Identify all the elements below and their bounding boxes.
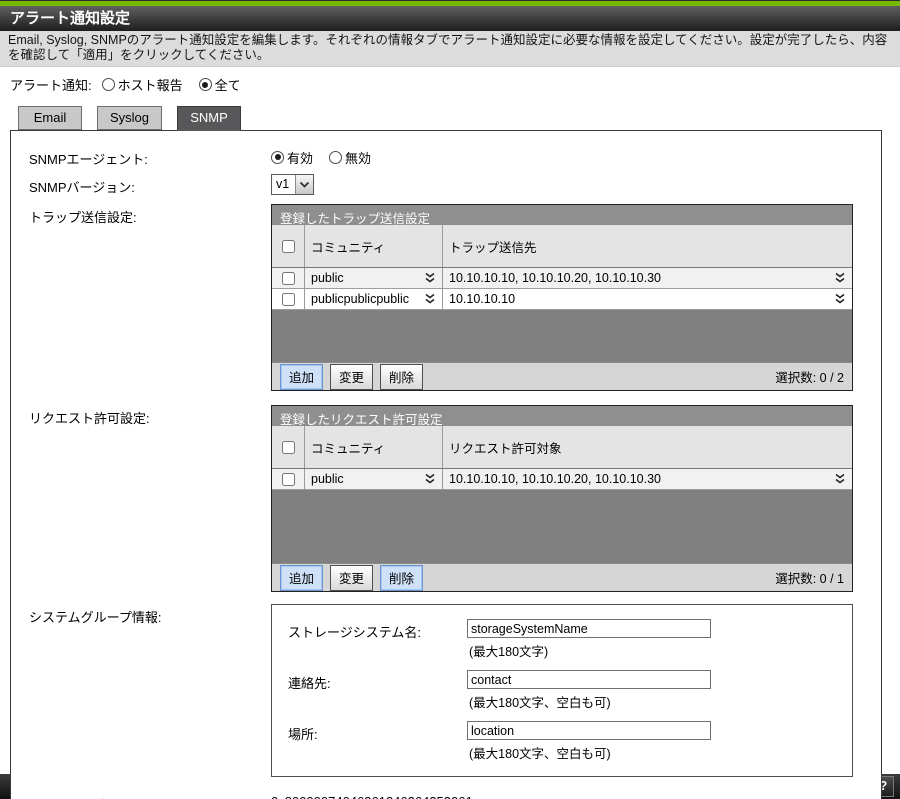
radio-icon[interactable] <box>271 151 284 164</box>
trap-table-header: コミュニティ トラップ送信先 <box>272 225 852 268</box>
radio-host-report[interactable]: ホスト報告 <box>102 75 183 94</box>
radio-enabled-label: 有効 <box>287 148 313 167</box>
radio-all-label: 全て <box>215 75 241 94</box>
radio-icon[interactable] <box>102 78 115 91</box>
trap-destination-value: 10.10.10.10, 10.10.10.20, 10.10.10.30 <box>449 271 661 285</box>
double-chevron-down-icon[interactable] <box>424 272 436 284</box>
double-chevron-down-icon[interactable] <box>834 293 846 305</box>
edit-button[interactable]: 変更 <box>330 364 373 390</box>
page-title: アラート通知設定 <box>10 10 130 27</box>
trap-table: 登録したトラップ送信設定 コミュニティ トラップ送信先 public 10.10… <box>271 204 853 391</box>
storage-system-name-label: ストレージシステム名: <box>288 619 467 660</box>
snmp-agent-label: SNMPエージェント: <box>29 146 271 168</box>
location-label: 場所: <box>288 721 467 762</box>
column-header-community: コミュニティ <box>304 225 442 267</box>
chevron-down-icon[interactable] <box>295 175 313 194</box>
selection-count: 選択数: 0 / 2 <box>775 367 844 386</box>
delete-button[interactable]: 削除 <box>380 364 423 390</box>
description-text: Email, Syslog, SNMPのアラート通知設定を編集します。それぞれの… <box>8 33 887 62</box>
double-chevron-down-icon[interactable] <box>424 473 436 485</box>
snmp-agent-radio-group: 有効 無効 <box>271 146 383 168</box>
contact-field[interactable] <box>467 670 711 689</box>
column-header-trap-destination: トラップ送信先 <box>442 225 852 267</box>
radio-disabled[interactable]: 無効 <box>329 148 371 167</box>
alert-notification-label: アラート通知: <box>10 75 92 94</box>
contact-row: 連絡先: (最大180文字、空白も可) <box>288 670 852 711</box>
location-field[interactable] <box>467 721 711 740</box>
contact-hint: (最大180文字、空白も可) <box>469 692 711 711</box>
double-chevron-down-icon[interactable] <box>424 293 436 305</box>
table-empty-area <box>272 490 852 563</box>
delete-button[interactable]: 削除 <box>380 565 423 591</box>
tab-syslog[interactable]: Syslog <box>97 106 162 130</box>
column-header-community: コミュニティ <box>304 426 442 468</box>
snmp-version-select[interactable]: v1 <box>271 174 314 195</box>
radio-all[interactable]: 全て <box>199 75 241 94</box>
snmp-engine-id-row: SNMPエンジンID: 0x80000074046361346264353061 <box>29 791 881 799</box>
snmp-version-row: SNMPバージョン: v1 <box>29 174 881 196</box>
table-row[interactable]: public 10.10.10.10, 10.10.10.20, 10.10.1… <box>272 268 852 289</box>
table-empty-area <box>272 310 852 362</box>
radio-icon[interactable] <box>199 78 212 91</box>
system-group-row: システムグループ情報: ストレージシステム名: (最大180文字) 連絡先: (… <box>29 604 881 777</box>
row-checkbox[interactable] <box>282 473 295 486</box>
request-table-title: 登録したリクエスト許可設定 <box>272 406 852 426</box>
trap-table-footer: 追加 変更 削除 選択数: 0 / 2 <box>272 362 852 390</box>
radio-enabled[interactable]: 有効 <box>271 148 313 167</box>
select-all-checkbox[interactable] <box>282 441 295 454</box>
table-row[interactable]: publicpublicpublic 10.10.10.10 <box>272 289 852 310</box>
alert-notification-row: アラート通知: ホスト報告 全て <box>10 75 900 94</box>
table-row[interactable]: public 10.10.10.10, 10.10.10.20, 10.10.1… <box>272 469 852 490</box>
double-chevron-down-icon[interactable] <box>834 272 846 284</box>
selection-count: 選択数: 0 / 1 <box>775 568 844 587</box>
tab-snmp[interactable]: SNMP <box>177 106 241 131</box>
request-table: 登録したリクエスト許可設定 コミュニティ リクエスト許可対象 public 10… <box>271 405 853 592</box>
description-banner: Email, Syslog, SNMPのアラート通知設定を編集します。それぞれの… <box>0 31 900 67</box>
radio-icon[interactable] <box>329 151 342 164</box>
tab-bar: Email Syslog SNMP <box>18 106 900 130</box>
add-button[interactable]: 追加 <box>280 565 323 591</box>
location-hint: (最大180文字、空白も可) <box>469 743 711 762</box>
snmp-version-value: v1 <box>272 175 295 194</box>
system-group-label: システムグループ情報: <box>29 604 271 777</box>
storage-system-name-row: ストレージシステム名: (最大180文字) <box>288 619 852 660</box>
row-checkbox[interactable] <box>282 293 295 306</box>
column-header-request-target: リクエスト許可対象 <box>442 426 852 468</box>
request-target-value: 10.10.10.10, 10.10.10.20, 10.10.10.30 <box>449 472 661 486</box>
select-all-checkbox[interactable] <box>282 240 295 253</box>
tab-email[interactable]: Email <box>18 106 82 130</box>
snmp-version-label: SNMPバージョン: <box>29 174 271 196</box>
row-checkbox[interactable] <box>282 272 295 285</box>
alert-notification-radio-group: ホスト報告 全て <box>102 75 253 94</box>
radio-host-report-label: ホスト報告 <box>118 75 183 94</box>
community-value: public <box>311 472 344 486</box>
trap-table-title: 登録したトラップ送信設定 <box>272 205 852 225</box>
request-table-footer: 追加 変更 削除 選択数: 0 / 1 <box>272 563 852 591</box>
location-row: 場所: (最大180文字、空白も可) <box>288 721 852 762</box>
snmp-agent-row: SNMPエージェント: 有効 無効 <box>29 146 881 168</box>
trap-settings-row: トラップ送信設定: 登録したトラップ送信設定 コミュニティ トラップ送信先 pu… <box>29 204 881 391</box>
system-group-box: ストレージシステム名: (最大180文字) 連絡先: (最大180文字、空白も可… <box>271 604 853 777</box>
storage-system-name-field[interactable] <box>467 619 711 638</box>
contact-label: 連絡先: <box>288 670 467 711</box>
trap-settings-label: トラップ送信設定: <box>29 204 271 391</box>
snmp-tab-panel: SNMPエージェント: 有効 無効 SNMPバージョン: v1 トラップ送信設定… <box>10 130 882 799</box>
snmp-engine-id-label: SNMPエンジンID: <box>29 791 271 799</box>
radio-disabled-label: 無効 <box>345 148 371 167</box>
edit-button[interactable]: 変更 <box>330 565 373 591</box>
request-settings-row: リクエスト許可設定: 登録したリクエスト許可設定 コミュニティ リクエスト許可対… <box>29 405 881 592</box>
request-table-header: コミュニティ リクエスト許可対象 <box>272 426 852 469</box>
community-value: public <box>311 271 344 285</box>
community-value: publicpublicpublic <box>311 292 409 306</box>
dialog-title-bar: アラート通知設定 <box>0 6 900 31</box>
storage-system-name-hint: (最大180文字) <box>469 641 711 660</box>
request-settings-label: リクエスト許可設定: <box>29 405 271 592</box>
add-button[interactable]: 追加 <box>280 364 323 390</box>
trap-destination-value: 10.10.10.10 <box>449 292 515 306</box>
double-chevron-down-icon[interactable] <box>834 473 846 485</box>
snmp-engine-id-value: 0x80000074046361346264353061 <box>271 791 473 799</box>
